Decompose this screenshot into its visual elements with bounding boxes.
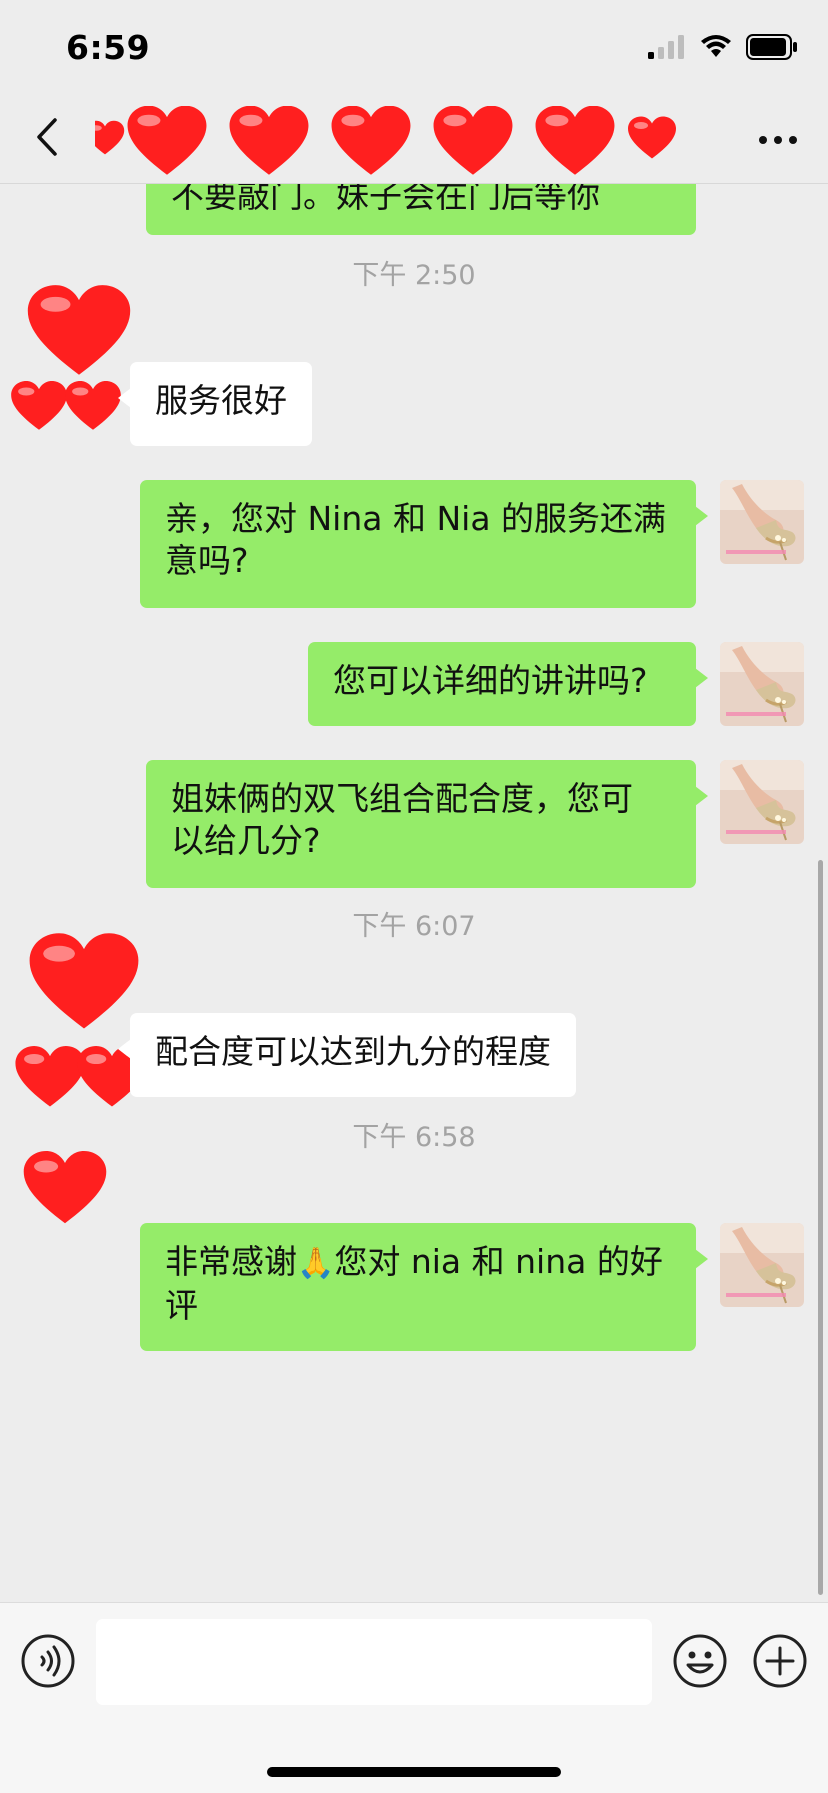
message-list[interactable]: 不要敲门。妹子会在门后等你 下午 2:50 服务很好 亲，您对 Nina 和 N… (0, 183, 828, 1602)
my-avatar[interactable] (720, 760, 804, 844)
chat-header (0, 100, 828, 184)
my-avatar[interactable] (720, 480, 804, 564)
wifi-icon (700, 35, 732, 63)
heart-redaction-icon (95, 106, 676, 175)
folded-hands-emoji: 🙏 (297, 1246, 335, 1281)
message-text: 服务很好 (155, 381, 287, 420)
message-text: 您可以详细的讲讲吗? (333, 661, 648, 700)
input-bar (0, 1602, 828, 1793)
message-input[interactable] (96, 1619, 652, 1705)
more-button[interactable] (750, 114, 806, 164)
heart-redaction-icon (11, 285, 131, 430)
my-avatar[interactable] (720, 642, 804, 726)
back-chevron-icon (35, 117, 59, 161)
message-text: 您对 nia 和 nina 的好 (334, 1242, 663, 1281)
avatar[interactable] (8, 283, 148, 443)
message-text-line: 非常感谢🙏您对 nia 和 nina 的好 (165, 1241, 671, 1285)
status-bar: 6:59 (0, 0, 828, 100)
plus-icon (752, 1634, 808, 1693)
voice-button[interactable] (20, 1633, 76, 1689)
emoji-icon (672, 1634, 728, 1693)
emoji-button[interactable] (672, 1633, 728, 1689)
scrollbar[interactable] (818, 860, 823, 1595)
my-avatar[interactable] (720, 1223, 804, 1307)
home-indicator (267, 1767, 561, 1777)
battery-icon (746, 34, 798, 64)
message-text: 配合度可以达到九分的程度 (155, 1032, 551, 1071)
contact-name-redacted (95, 106, 745, 176)
message-bubble[interactable]: 姐妹俩的双飞组合配合度，您可 以给几分? (146, 760, 708, 888)
message-time: 下午 6:58 (352, 1122, 476, 1153)
message-text-line: 亲，您对 Nina 和 Nia 的服务还满 (165, 499, 667, 538)
voice-icon (20, 1634, 76, 1693)
message-text-line: 评 (165, 1286, 198, 1325)
message-bubble[interactable]: 配合度可以达到九分的程度 (118, 1013, 576, 1097)
message-text-line: 姐妹俩的双飞组合配合度，您可 (171, 779, 633, 818)
status-time: 6:59 (66, 28, 151, 67)
message-bubble[interactable]: 服务很好 (118, 362, 312, 446)
message-bubble[interactable]: 不要敲门。妹子会在门后等你 (146, 183, 696, 235)
message-text: 非常感谢 (165, 1242, 297, 1281)
plus-button[interactable] (752, 1633, 808, 1689)
message-text-line: 以给几分? (171, 821, 321, 860)
message-bubble[interactable]: 您可以详细的讲讲吗? (308, 642, 708, 726)
message-text-line: 意吗? (165, 541, 249, 580)
message-bubble[interactable]: 亲，您对 Nina 和 Nia 的服务还满 意吗? (140, 480, 708, 608)
message-bubble[interactable]: 非常感谢🙏您对 nia 和 nina 的好 评 (140, 1223, 708, 1351)
message-text: 不要敲门。妹子会在门后等你 (171, 183, 600, 215)
status-icons (648, 34, 798, 64)
more-dots-icon (758, 130, 798, 149)
back-button[interactable] (22, 114, 72, 164)
signal-icon (648, 35, 686, 63)
